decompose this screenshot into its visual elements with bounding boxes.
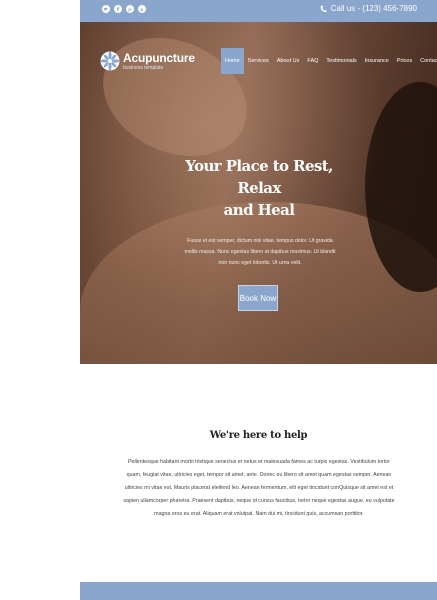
about-heading: We're here to help [209, 430, 308, 441]
hero-title-line-2: and Heal [223, 201, 295, 219]
lotus-logo-icon [100, 51, 120, 71]
hero-title: Your Place to Rest, Relax and Heal [180, 155, 338, 221]
brand-text: Acupuncture business template [123, 50, 195, 71]
page: g+ p Call us - (123) 456-7890 Acupunctur… [80, 0, 437, 600]
svg-text:p: p [141, 7, 144, 12]
phone-icon [320, 4, 327, 12]
main-nav: Home Services About Us FAQ Testimonials … [221, 48, 437, 74]
nav-item-faq[interactable]: FAQ [303, 48, 322, 74]
twitter-icon[interactable] [102, 5, 110, 13]
phone-number: Call us - (123) 456-7890 [330, 4, 417, 13]
brand-tagline: business template [123, 64, 164, 71]
brand-logo[interactable]: Acupuncture business template [100, 42, 195, 80]
facebook-icon[interactable] [114, 5, 122, 13]
nav-item-insurance[interactable]: Insurance [361, 48, 393, 74]
next-section-band [80, 582, 437, 600]
nav-item-services[interactable]: Services [244, 48, 273, 74]
nav-item-testimonials[interactable]: Testimonials [322, 48, 360, 74]
google-plus-icon[interactable]: g+ [126, 5, 134, 13]
svg-text:g+: g+ [128, 8, 132, 12]
nav-item-home[interactable]: Home [221, 48, 244, 74]
about-paragraph: Pellentesque habitant morbi tristique se… [123, 459, 395, 517]
phone-contact[interactable]: Call us - (123) 456-7890 [320, 4, 417, 13]
top-bar: g+ p Call us - (123) 456-7890 [80, 0, 437, 22]
social-links: g+ p [102, 5, 146, 13]
pinterest-icon[interactable]: p [138, 5, 146, 13]
nav-item-about-us[interactable]: About Us [273, 48, 304, 74]
hero-title-line-1: Your Place to Rest, Relax [185, 157, 333, 197]
hero-description: Fusce et est semper, dictum nisi vitae, … [184, 238, 336, 266]
brand-name: Acupuncture [123, 50, 195, 65]
hero-section: Acupuncture business template Home Servi… [80, 22, 437, 364]
nav-item-prices[interactable]: Prices [393, 48, 416, 74]
book-now-button[interactable]: Book Now [238, 285, 278, 311]
nav-item-contact[interactable]: Contact [416, 48, 437, 74]
